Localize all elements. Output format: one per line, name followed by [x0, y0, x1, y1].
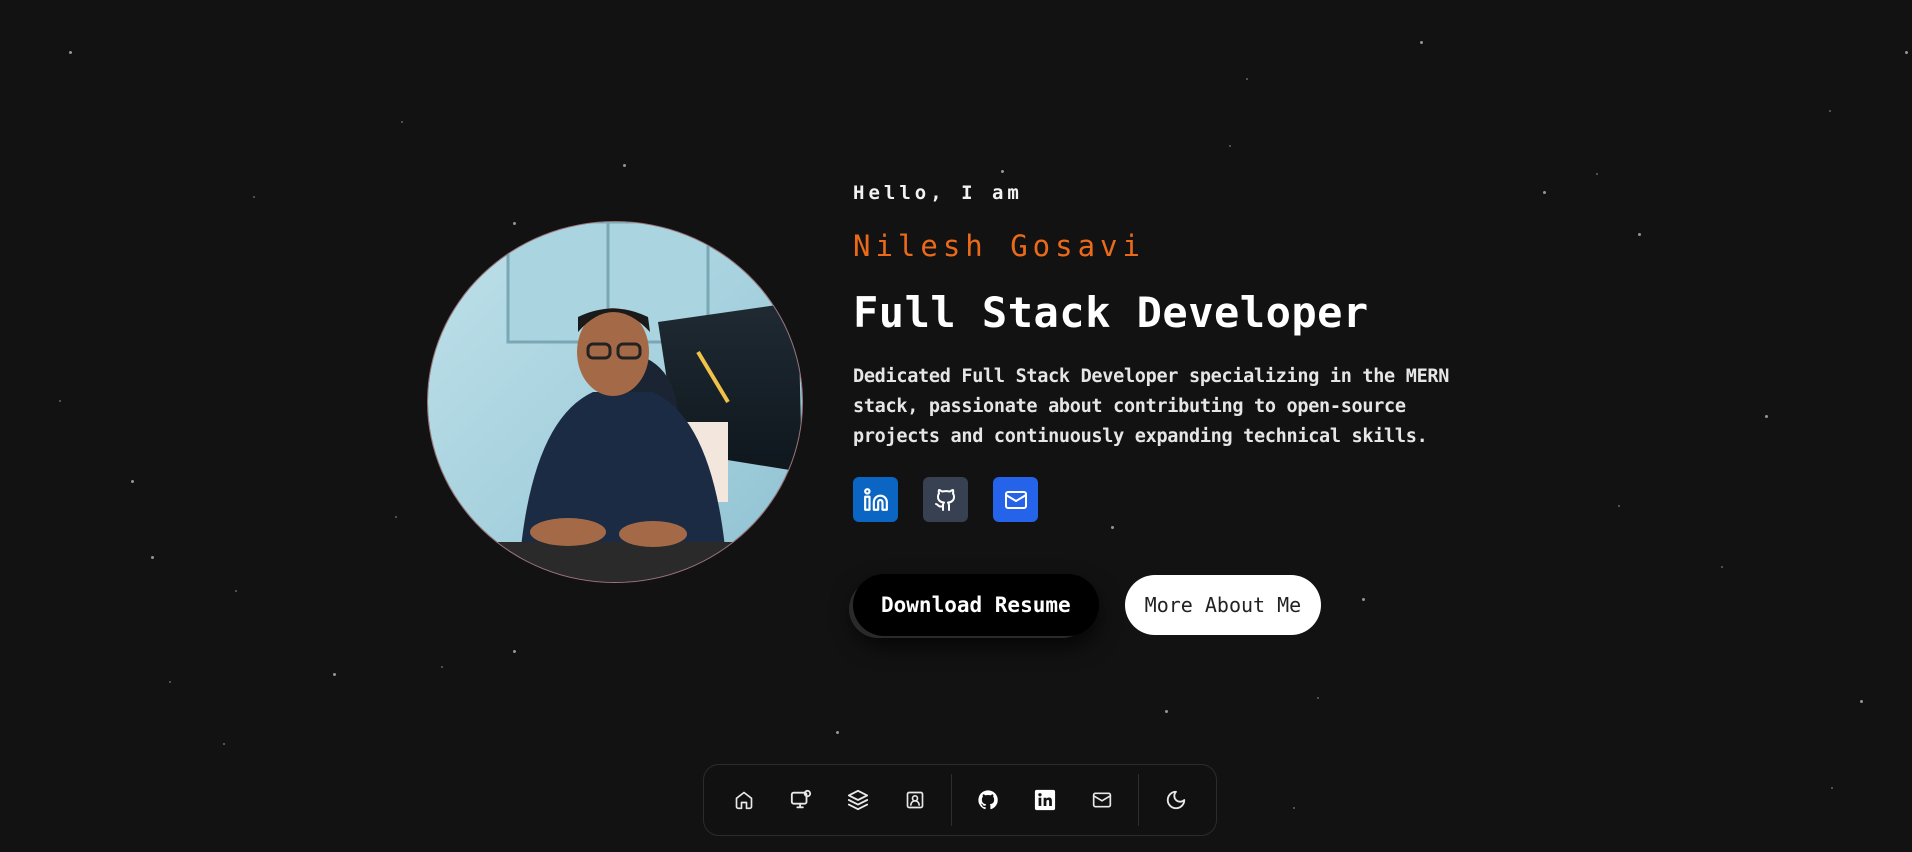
page: Hello, I am Nilesh Gosavi Full Stack Dev…	[0, 0, 1912, 852]
email-link[interactable]	[993, 477, 1038, 522]
dock-linkedin[interactable]	[1022, 775, 1069, 825]
hero-actions: Download Resume More About Me	[853, 574, 1533, 636]
linkedin-icon	[863, 487, 888, 511]
layers-icon	[847, 789, 868, 811]
bio-description: Dedicated Full Stack Developer specializ…	[853, 366, 1450, 447]
download-resume-button[interactable]: Download Resume	[853, 574, 1099, 636]
home-icon	[736, 791, 753, 810]
more-about-me-button[interactable]: More About Me	[1124, 575, 1322, 635]
theme-toggle[interactable]	[1152, 775, 1199, 825]
mail-icon	[1004, 490, 1027, 509]
monitor-icon	[791, 789, 812, 809]
dock-email[interactable]	[1079, 775, 1126, 825]
linkedin-icon	[1035, 789, 1056, 811]
role-title: Full Stack Developer	[853, 288, 1369, 337]
dock-divider	[951, 774, 952, 826]
contact-icon	[906, 791, 924, 809]
dock-contact[interactable]	[891, 775, 938, 825]
github-icon	[978, 790, 999, 810]
bottom-dock	[703, 764, 1217, 836]
dock-skills[interactable]	[835, 775, 882, 825]
dock-divider	[1138, 774, 1140, 826]
greeting-text: Hello, I am	[853, 182, 1023, 204]
dock-github[interactable]	[965, 775, 1012, 825]
github-icon	[934, 488, 955, 511]
social-links	[853, 477, 1533, 522]
dock-home[interactable]	[721, 775, 768, 825]
mail-icon	[1092, 792, 1112, 808]
moon-icon	[1166, 790, 1185, 810]
profile-photo	[428, 222, 802, 582]
hero-section: Hello, I am Nilesh Gosavi Full Stack Dev…	[853, 178, 1533, 636]
dock-projects[interactable]	[778, 775, 825, 825]
github-link[interactable]	[923, 477, 968, 522]
owner-name: Nilesh Gosavi	[853, 229, 1145, 263]
linkedin-link[interactable]	[853, 477, 898, 522]
